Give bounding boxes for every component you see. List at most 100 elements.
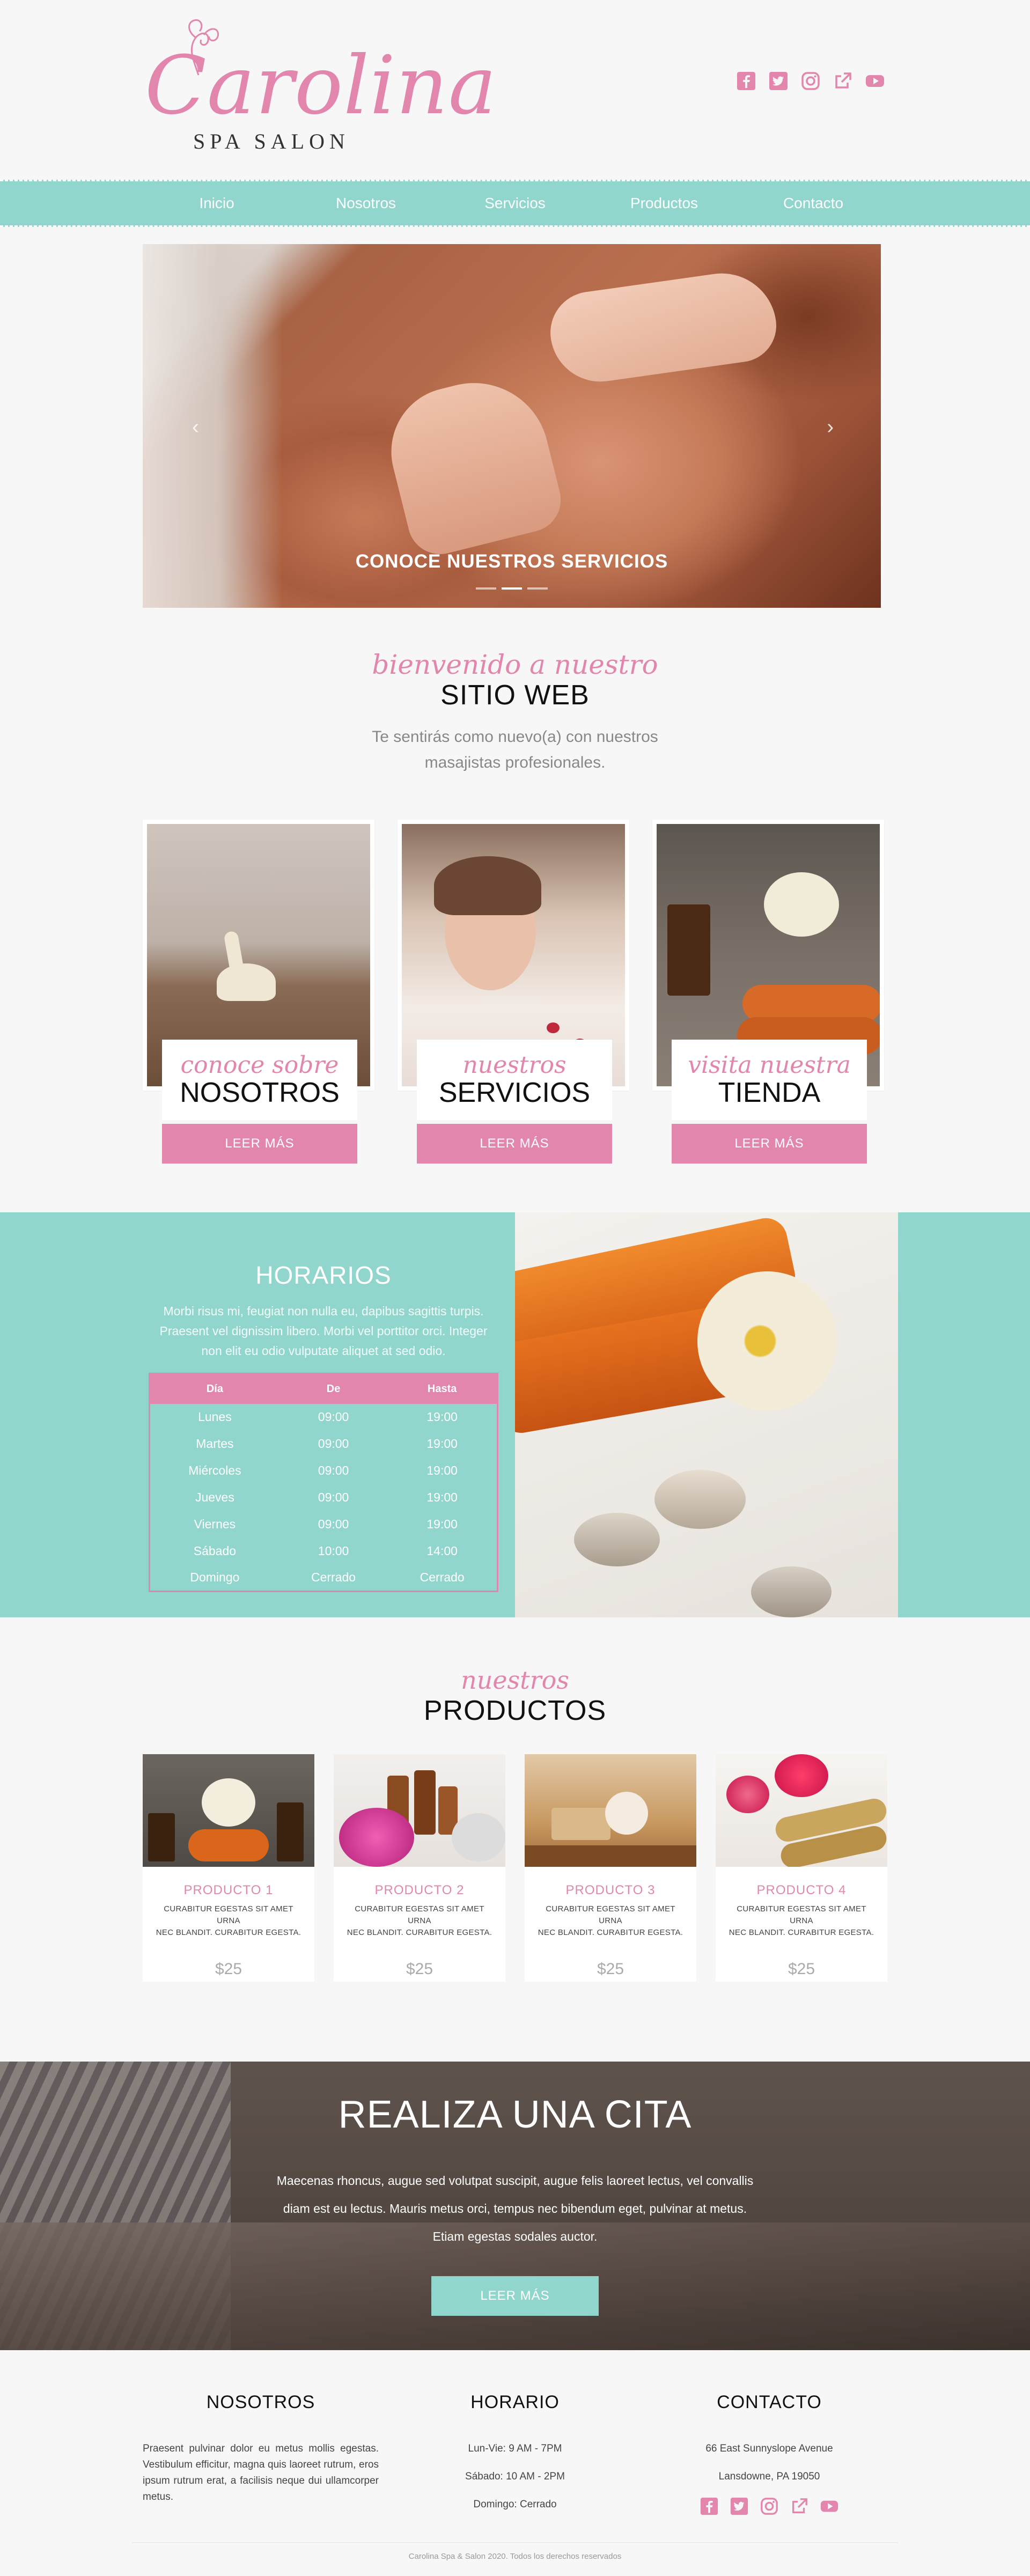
product-image xyxy=(334,1754,505,1867)
product-description: CURABITUR EGESTAS SIT AMET URNA NEC BLAND… xyxy=(156,1903,301,1939)
footer-hours-line: Lun-Vie: 9 AM - 7PM xyxy=(468,2443,562,2454)
products-section: nuestros PRODUCTOS xyxy=(0,1666,1030,1727)
slider-dot[interactable] xyxy=(476,587,496,590)
product-price: $25 xyxy=(215,1960,242,1978)
table-row: Domingo Cerrado Cerrado xyxy=(150,1565,498,1592)
slider-dot[interactable] xyxy=(527,587,548,590)
products-title: PRODUCTOS xyxy=(423,1695,607,1726)
product-description-line: CURABITUR EGESTAS SIT AMET URNA xyxy=(546,1904,675,1925)
card-image-petal xyxy=(547,1022,560,1033)
product-description: CURABITUR EGESTAS SIT AMET URNA NEC BLAND… xyxy=(729,1903,874,1939)
table-cell: 09:00 xyxy=(318,1463,349,1477)
welcome-text-line: masajistas profesionales. xyxy=(424,754,606,771)
welcome-title: SITIO WEB xyxy=(440,680,590,711)
slider-dot-active[interactable] xyxy=(502,587,522,590)
facebook-icon[interactable] xyxy=(736,71,756,91)
table-cell: Domingo xyxy=(190,1570,240,1585)
product-description-line: CURABITUR EGESTAS SIT AMET URNA xyxy=(737,1904,866,1925)
card-label-box: conoce sobre NOSOTROS xyxy=(162,1040,357,1120)
appointment-leer-mas-button[interactable]: LEER MÁS xyxy=(431,2276,599,2316)
card-label-box: visita nuestra TIENDA xyxy=(672,1040,867,1120)
twitter-icon[interactable] xyxy=(730,2497,749,2516)
nav-nosotros[interactable]: Nosotros xyxy=(291,195,440,212)
appointment-text-line: Etiam egestas sodales auctor. xyxy=(432,2229,598,2243)
table-cell: Miércoles xyxy=(188,1463,241,1477)
nav-inicio[interactable]: Inicio xyxy=(142,195,291,212)
youtube-icon[interactable] xyxy=(820,2497,839,2516)
product-image-flowers xyxy=(339,1808,414,1867)
leer-mas-button[interactable]: LEER MÁS xyxy=(162,1124,357,1164)
table-cell: 09:00 xyxy=(318,1410,349,1424)
card-image-towel-swan xyxy=(217,963,276,1001)
instagram-icon[interactable] xyxy=(800,71,821,91)
footer-contact-list: 66 East Sunnyslope Avenue Lansdowne, PA … xyxy=(651,2441,887,2516)
card-image-hair xyxy=(434,856,541,915)
table-row: Jueves 09:00 19:00 xyxy=(150,1484,498,1511)
product-image-salt xyxy=(452,1813,505,1861)
slider-prev-arrow[interactable]: ‹ xyxy=(192,416,199,439)
product-price: $25 xyxy=(788,1960,815,1978)
hours-text: Morbi risus mi, feugiat non nulla eu, da… xyxy=(148,1301,499,1361)
welcome-section: bienvenido a nuestro SITIO WEB Te sentir… xyxy=(0,649,1030,776)
table-cell: 09:00 xyxy=(318,1490,349,1504)
logo[interactable]: Carolina SPA SALON xyxy=(145,16,496,156)
product-card[interactable]: PRODUCTO 4 CURABITUR EGESTAS SIT AMET UR… xyxy=(716,1754,887,1982)
youtube-icon[interactable] xyxy=(865,71,885,91)
external-link-icon[interactable] xyxy=(833,71,853,91)
product-image-flower xyxy=(775,1754,828,1797)
footer-social xyxy=(651,2497,887,2516)
table-row: Martes 09:00 19:00 xyxy=(150,1431,498,1458)
hours-content: HORARIOS Morbi risus mi, feugiat non nul… xyxy=(148,1261,499,1592)
product-description-line: CURABITUR EGESTAS SIT AMET URNA xyxy=(355,1904,484,1925)
product-name: PRODUCTO 1 xyxy=(183,1883,274,1897)
table-row: Viernes 09:00 19:00 xyxy=(150,1511,498,1538)
footer-divider xyxy=(132,2542,898,2543)
product-description: CURABITUR EGESTAS SIT AMET URNA NEC BLAND… xyxy=(347,1903,492,1939)
hours-image xyxy=(515,1212,898,1617)
card-image-orchid xyxy=(764,872,839,937)
product-name: PRODUCTO 2 xyxy=(374,1883,465,1897)
card-script: conoce sobre xyxy=(180,1051,339,1079)
table-cell: 09:00 xyxy=(318,1437,349,1451)
product-name: PRODUCTO 3 xyxy=(565,1883,656,1897)
welcome-text: Te sentirás como nuevo(a) con nuestros m… xyxy=(0,724,1030,776)
product-image-towel xyxy=(605,1792,648,1835)
footer-address-line: Lansdowne, PA 19050 xyxy=(718,2471,820,2482)
nav-servicios[interactable]: Servicios xyxy=(440,195,590,212)
product-card[interactable]: PRODUCTO 2 CURABITUR EGESTAS SIT AMET UR… xyxy=(334,1754,505,1982)
table-cell: 19:00 xyxy=(426,1437,458,1451)
table-cell: 10:00 xyxy=(318,1544,349,1558)
nav-contacto[interactable]: Contacto xyxy=(739,195,888,212)
hours-text-line: Morbi risus mi, feugiat non nulla eu, da… xyxy=(163,1304,484,1318)
product-description-line: NEC BLANDIT. CURABITUR EGESTA. xyxy=(156,1928,301,1937)
table-header: Día xyxy=(149,1373,279,1404)
twitter-icon[interactable] xyxy=(768,71,789,91)
copyright: Carolina Spa & Salon 2020. Todos los der… xyxy=(408,2552,622,2561)
product-card[interactable]: PRODUCTO 1 CURABITUR EGESTAS SIT AMET UR… xyxy=(143,1754,314,1982)
logo-script: Carolina xyxy=(145,39,497,133)
slider-next-arrow[interactable]: › xyxy=(827,416,834,439)
leer-mas-button[interactable]: LEER MÁS xyxy=(417,1124,612,1164)
nav-productos[interactable]: Productos xyxy=(590,195,739,212)
facebook-icon[interactable] xyxy=(700,2497,719,2516)
product-image-flower xyxy=(726,1776,769,1813)
footer-hours-line: Domingo: Cerrado xyxy=(473,2499,557,2510)
card-nosotros: conoce sobre NOSOTROS LEER MÁS xyxy=(143,820,374,1168)
footer-hours-list: Lun-Vie: 9 AM - 7PM Sábado: 10 AM - 2PM … xyxy=(397,2441,633,2513)
footer-about-text: Praesent pulvinar dolor eu metus mollis … xyxy=(143,2443,379,2503)
product-price: $25 xyxy=(406,1960,433,1978)
welcome-text-line: Te sentirás como nuevo(a) con nuestros xyxy=(372,728,658,746)
card-image-candle xyxy=(667,904,710,996)
footer-hours-title: HORARIO xyxy=(470,2392,560,2412)
appointment-text: Maecenas rhoncus, augue sed volutpat sus… xyxy=(247,2167,783,2250)
card-servicios: nuestros SERVICIOS LEER MÁS xyxy=(398,820,629,1168)
product-card[interactable]: PRODUCTO 3 CURABITUR EGESTAS SIT AMET UR… xyxy=(525,1754,696,1982)
table-row: Miércoles 09:00 19:00 xyxy=(150,1458,498,1484)
footer-contact: CONTACTO 66 East Sunnyslope Avenue Lansd… xyxy=(651,2392,887,2516)
instagram-icon[interactable] xyxy=(760,2497,779,2516)
table-row: Sábado 10:00 14:00 xyxy=(150,1538,498,1565)
main-nav: Inicio Nosotros Servicios Productos Cont… xyxy=(0,180,1030,227)
leer-mas-button[interactable]: LEER MÁS xyxy=(672,1124,867,1164)
external-link-icon[interactable] xyxy=(790,2497,809,2516)
product-image-bottle xyxy=(414,1770,436,1835)
